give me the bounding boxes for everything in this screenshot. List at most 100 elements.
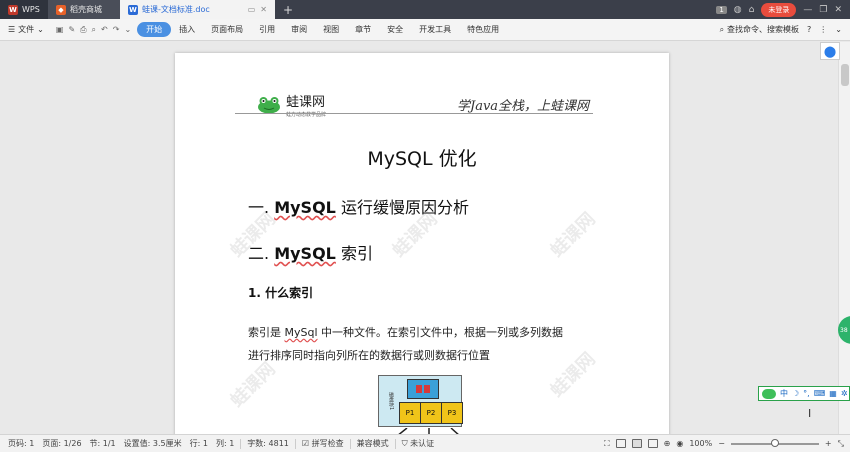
help-icon[interactable]: ? [807, 25, 811, 34]
status-section[interactable]: 节: 1/1 [86, 438, 120, 449]
certification-status[interactable]: ⛉ 未认证 [398, 438, 439, 449]
compat-mode-label: 兼容模式 [356, 439, 389, 448]
status-page-total[interactable]: 页面: 1/26 [38, 438, 85, 449]
location-pin-icon[interactable]: ⬤ [820, 42, 840, 60]
divider [294, 438, 296, 449]
heading-number: 二. [248, 244, 270, 263]
close-tab-icon[interactable]: ✕ [260, 5, 267, 14]
tab-review[interactable]: 审阅 [283, 24, 315, 35]
login-button[interactable]: 未登录 [761, 2, 797, 17]
reading-view-icon[interactable] [615, 439, 626, 448]
tab-insert[interactable]: 插入 [171, 24, 203, 35]
document-title: MySQL 优化 [175, 144, 669, 171]
ime-mode-label[interactable]: 中 [780, 388, 788, 399]
search-icon: ⌕ [719, 24, 725, 34]
scrollbar-thumb[interactable] [841, 64, 849, 86]
format-painter-icon[interactable]: ✎ [68, 25, 75, 35]
command-search[interactable]: ⌕ 查找命令、搜索模板 [720, 24, 799, 35]
spell-check-label: 拼写检查 [311, 439, 344, 448]
status-col[interactable]: 列: 1 [212, 438, 238, 449]
tab-daoke-store[interactable]: ◆ 稻壳商城 [48, 0, 120, 19]
tab-wps[interactable]: W WPS [0, 0, 48, 19]
heading-number: 一. [248, 198, 270, 217]
hamburger-icon: ☰ [8, 25, 16, 34]
heading-text: 索引 [335, 244, 373, 263]
page-view-icon[interactable] [631, 439, 642, 448]
punctuation-icon[interactable]: °, [803, 389, 810, 398]
word-doc-icon: W [128, 4, 138, 15]
save-icon[interactable]: ▣ [56, 25, 64, 35]
title-right-tools: 1 ◍ ⌂ 未登录 — ❐ ✕ [716, 0, 850, 19]
ime-toolbar[interactable]: 中 ☽ °, ⌨ ▦ ✲ [758, 386, 850, 401]
btree-diagram[interactable]: 磁盘块1 P1 P2 P3 [378, 375, 463, 427]
heading-1: 一. MySQL 运行缓慢原因分析 [248, 194, 469, 218]
fullscreen-icon[interactable]: ⛶ [604, 439, 610, 449]
moon-icon[interactable]: ☽ [792, 389, 799, 398]
keyboard-icon[interactable]: ⌨ [814, 389, 826, 398]
zoom-slider-knob[interactable] [770, 438, 779, 447]
document-page[interactable]: 蛙课网 蛙方动态教学品牌 学Java全栈，上蛙课网 蛙课网 蛙课网 蛙课网 蛙课… [175, 53, 669, 434]
status-page-code[interactable]: 页码: 1 [4, 438, 38, 449]
pointer-node: P3 [441, 402, 463, 424]
chevron-down-icon[interactable]: ⌄ [124, 25, 131, 35]
divider [349, 438, 351, 449]
file-menu[interactable]: ☰ 文件 ⌄ [0, 24, 50, 35]
status-row[interactable]: 行: 1 [186, 438, 212, 449]
tab-page-layout[interactable]: 页面布局 [203, 24, 251, 35]
tab-security[interactable]: 安全 [379, 24, 411, 35]
text-run: 索引是 [248, 326, 285, 339]
close-window-icon[interactable]: ✕ [834, 5, 842, 15]
redo-icon[interactable]: ↷ [113, 25, 120, 35]
zoom-slider[interactable] [730, 438, 819, 447]
tab-label: WPS [22, 5, 40, 14]
certification-label: 未认证 [410, 439, 435, 448]
more-icon[interactable]: ⋮ [819, 25, 827, 34]
eye-protection-icon[interactable]: ◉ [676, 439, 683, 448]
key-cell [424, 385, 430, 393]
spell-check-toggle[interactable]: ☑ 拼写检查 [298, 438, 348, 449]
status-word-count[interactable]: 字数: 4811 [243, 438, 293, 449]
skin-icon[interactable]: ▦ [829, 389, 837, 398]
chevron-down-icon: ⌄ [37, 25, 44, 34]
shirt-icon[interactable]: ⌂ [749, 5, 755, 15]
document-area: ▤ ▾ 蛙课网 蛙方动态教学品牌 学Java全栈，上蛙课网 蛙课网 蛙课网 蛙课… [0, 42, 838, 434]
minimize-icon[interactable]: — [803, 5, 812, 15]
web-view-icon[interactable]: ⊕ [664, 439, 671, 448]
fit-page-icon[interactable]: ⤡ [838, 439, 844, 449]
tab-developer[interactable]: 开发工具 [411, 24, 459, 35]
zoom-value[interactable]: 100% [689, 439, 712, 448]
skin-icon[interactable]: ◍ [734, 5, 742, 15]
heading-text: 运行缓慢原因分析 [335, 198, 469, 217]
print-icon[interactable]: ⎙ [80, 25, 86, 35]
frog-logo-icon [258, 96, 280, 113]
vertical-scrollbar[interactable] [838, 42, 850, 434]
tab-label: 稻壳商城 [70, 5, 102, 14]
pin-tab-icon[interactable]: ▭ [248, 5, 256, 14]
tab-references[interactable]: 引用 [251, 24, 283, 35]
tab-features[interactable]: 特色应用 [459, 24, 507, 35]
divider [394, 438, 396, 449]
new-tab-button[interactable]: + [275, 0, 301, 19]
quick-access-toolbar: ▣ ✎ ⎙ ⌕ ↶ ↷ ⌄ [50, 25, 137, 35]
restore-icon[interactable]: ❐ [819, 5, 827, 15]
tab-home[interactable]: 开始 [137, 22, 172, 37]
logo-text: 蛙课网 [286, 95, 326, 110]
watermark: 蛙课网 [546, 208, 600, 262]
tab-document[interactable]: W 蛙课-文档标准.doc ▭ ✕ [120, 0, 275, 19]
ribbon-bar: ☰ 文件 ⌄ ▣ ✎ ⎙ ⌕ ↶ ↷ ⌄ 开始 插入 页面布局 引用 审阅 视图… [0, 19, 850, 41]
tab-view[interactable]: 视图 [315, 24, 347, 35]
wrench-icon[interactable]: ✲ [841, 389, 848, 398]
zoom-out-button[interactable]: − [718, 439, 725, 448]
view-controls: ⛶ ⊕ ◉ 100% − + ⤡ [604, 438, 850, 449]
status-position[interactable]: 设置值: 3.5厘米 [120, 438, 186, 449]
header-slogan: 学Java全栈，上蛙课网 [457, 99, 590, 114]
outline-view-icon[interactable] [647, 439, 658, 448]
print-preview-icon[interactable]: ⌕ [92, 25, 96, 35]
zoom-in-button[interactable]: + [825, 439, 832, 448]
heading-2: 二. MySQL 索引 [248, 240, 373, 264]
undo-icon[interactable]: ↶ [101, 25, 108, 35]
collapse-ribbon-icon[interactable]: ⌄ [835, 25, 842, 34]
shield-icon: ⛉ [401, 439, 408, 448]
paragraph-line-2: 进行排序同时指向列所在的数据行或则数据行位置 [248, 349, 490, 362]
tab-chapter[interactable]: 章节 [347, 24, 379, 35]
